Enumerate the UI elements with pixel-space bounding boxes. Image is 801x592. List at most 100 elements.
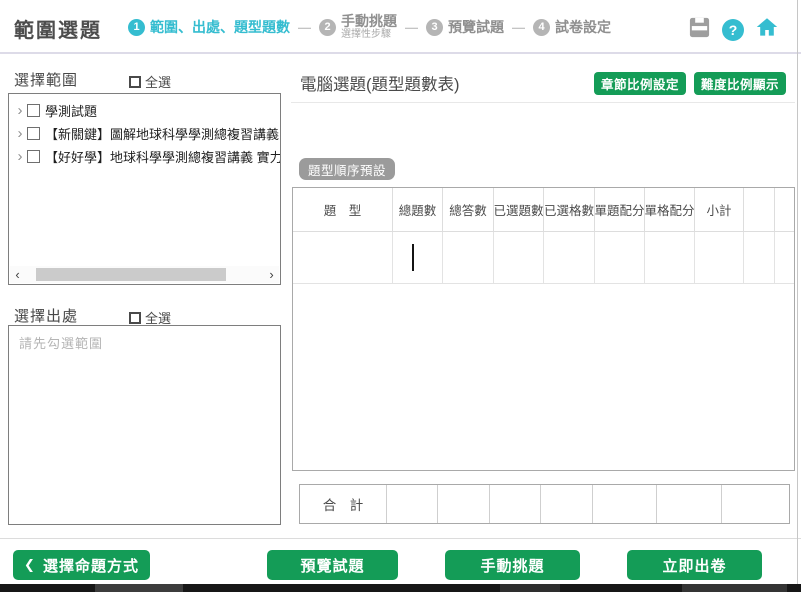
table-input-cell[interactable]: [293, 232, 393, 284]
step-4-label: 試卷設定: [555, 17, 611, 37]
tree-item-label: 【新關鍵】圖解地球科學學測總複習講義: [45, 124, 279, 143]
table-input-cell[interactable]: [744, 232, 775, 284]
total-cell: [387, 485, 438, 523]
range-section-title: 選擇範圍: [14, 69, 78, 90]
background-page-fragment: [95, 584, 183, 592]
step-1-label: 範圍、出處、題型題數: [150, 17, 290, 37]
step-3-label: 預覽試題: [448, 17, 504, 37]
tree-item-label: 學測試題: [45, 101, 97, 120]
background-page-strip: [0, 584, 801, 592]
text-caret: [412, 244, 414, 271]
scrollbar-track[interactable]: [25, 266, 264, 283]
column-header-points-per-question: 單題配分: [595, 188, 645, 232]
source-select-all-checkbox[interactable]: [129, 312, 141, 324]
tree-item-checkbox[interactable]: [27, 127, 40, 140]
tree-item-label: 【好好學】地球科學學測總複習講義 實力: [45, 147, 280, 166]
scroll-left-button[interactable]: ‹: [10, 266, 25, 283]
table-input-cell[interactable]: [695, 232, 744, 284]
tree-item-checkbox[interactable]: [27, 150, 40, 163]
total-row-label: 合 計: [300, 485, 387, 523]
table-input-cell[interactable]: [494, 232, 544, 284]
exam-builder-app: 範圍選題 1 範圍、出處、題型題數 — 2 手動挑題 選擇性步驟 — 3 預覽試…: [0, 0, 801, 592]
help-icon[interactable]: ?: [722, 19, 744, 41]
source-section-title: 選擇出處: [14, 305, 78, 326]
column-header-selected-questions: 已選題數: [494, 188, 544, 232]
scrollbar-thumb[interactable]: [36, 268, 226, 281]
range-select-all-label: 全選: [145, 72, 171, 91]
footer-divider: [0, 538, 801, 539]
table-input-cell[interactable]: [595, 232, 645, 284]
save-icon[interactable]: [688, 16, 711, 44]
column-header-empty-1: [744, 188, 775, 232]
chevron-left-icon: ❮: [24, 557, 36, 573]
header-icons: ?: [688, 15, 779, 44]
step-4-badge: 4: [533, 19, 550, 36]
wizard-stepper: 1 範圍、出處、題型題數 — 2 手動挑題 選擇性步驟 — 3 預覽試題 — 4…: [128, 0, 611, 54]
question-type-table-row: [293, 232, 794, 284]
column-header-question-type: 題 型: [293, 188, 393, 232]
tree-item-checkbox[interactable]: [27, 104, 40, 117]
table-input-cell[interactable]: [645, 232, 695, 284]
step-2-label: 手動挑題: [341, 13, 397, 29]
background-page-fragment: [500, 584, 560, 592]
manual-pick-button[interactable]: 手動挑題: [445, 550, 580, 580]
preview-questions-button[interactable]: 預覽試題: [267, 550, 398, 580]
column-header-points-per-blank: 單格配分: [645, 188, 695, 232]
total-cell: [541, 485, 593, 523]
range-tree: › 學測試題 › 【新關鍵】圖解地球科學學測總複習講義 › 【好好學】地球科學學…: [9, 94, 280, 168]
right-panel-title: 電腦選題(題型題數表): [300, 71, 460, 95]
source-placeholder-text: 請先勾選範圍: [19, 333, 103, 352]
step-2-manual-pick[interactable]: 2 手動挑題 選擇性步驟: [319, 13, 397, 41]
step-separator: —: [298, 20, 311, 35]
generate-paper-button[interactable]: 立即出卷: [627, 550, 762, 580]
step-separator: —: [405, 20, 418, 35]
back-button-label: 選擇命題方式: [43, 555, 139, 576]
header: 範圍選題 1 範圍、出處、題型題數 — 2 手動挑題 選擇性步驟 — 3 預覽試…: [0, 0, 801, 54]
horizontal-scrollbar[interactable]: ‹ ›: [10, 266, 279, 283]
chapter-ratio-button[interactable]: 章節比例設定: [594, 72, 686, 95]
difficulty-ratio-button[interactable]: 難度比例顯示: [694, 72, 786, 95]
step-separator: —: [512, 20, 525, 35]
total-cell: [722, 485, 789, 523]
step-1-range[interactable]: 1 範圍、出處、題型題數: [128, 17, 290, 37]
total-cell: [593, 485, 657, 523]
step-2-sublabel: 選擇性步驟: [341, 29, 397, 41]
table-input-cell[interactable]: [544, 232, 595, 284]
table-input-cell[interactable]: [443, 232, 494, 284]
step-3-badge: 3: [426, 19, 443, 36]
step-1-badge: 1: [128, 19, 145, 36]
column-header-subtotal: 小計: [695, 188, 744, 232]
column-header-selected-blanks: 已選格數: [544, 188, 595, 232]
expand-chevron-icon[interactable]: ›: [13, 99, 27, 122]
step-2-badge: 2: [319, 19, 336, 36]
range-select-all-checkbox[interactable]: [129, 76, 141, 88]
range-select-all[interactable]: 全選: [129, 72, 171, 91]
total-row: 合 計: [299, 484, 790, 524]
source-listbox: 請先勾選範圍: [8, 325, 281, 525]
expand-chevron-icon[interactable]: ›: [13, 122, 27, 145]
tree-item-good-study-book[interactable]: › 【好好學】地球科學學測總複習講義 實力: [13, 145, 280, 168]
right-panel-divider: [291, 102, 795, 103]
total-cell: [657, 485, 722, 523]
total-cell: [490, 485, 541, 523]
question-type-table: 題 型 總題數 總答數 已選題數 已選格數 單題配分 單格配分 小計: [292, 187, 795, 471]
background-page-fragment: [682, 584, 787, 592]
range-listbox: › 學測試題 › 【新關鍵】圖解地球科學學測總複習講義 › 【好好學】地球科學學…: [8, 93, 281, 285]
total-cell: [438, 485, 490, 523]
question-order-preset-button[interactable]: 題型順序預設: [299, 158, 395, 180]
column-header-total-answers: 總答數: [443, 188, 494, 232]
table-input-cell[interactable]: [393, 232, 443, 284]
back-to-method-button[interactable]: ❮ 選擇命題方式: [13, 550, 150, 580]
scroll-right-button[interactable]: ›: [264, 266, 279, 283]
tree-item-exam-questions[interactable]: › 學測試題: [13, 99, 280, 122]
window-right-border: [797, 0, 798, 584]
column-header-empty-2: [775, 188, 794, 232]
step-3-preview[interactable]: 3 預覽試題: [426, 17, 504, 37]
table-input-cell[interactable]: [775, 232, 794, 284]
home-icon[interactable]: [755, 15, 779, 44]
column-header-total-questions: 總題數: [393, 188, 443, 232]
question-type-table-header: 題 型 總題數 總答數 已選題數 已選格數 單題配分 單格配分 小計: [293, 188, 794, 232]
tree-item-new-key-book[interactable]: › 【新關鍵】圖解地球科學學測總複習講義: [13, 122, 280, 145]
step-4-paper-settings[interactable]: 4 試卷設定: [533, 17, 611, 37]
expand-chevron-icon[interactable]: ›: [13, 145, 27, 168]
